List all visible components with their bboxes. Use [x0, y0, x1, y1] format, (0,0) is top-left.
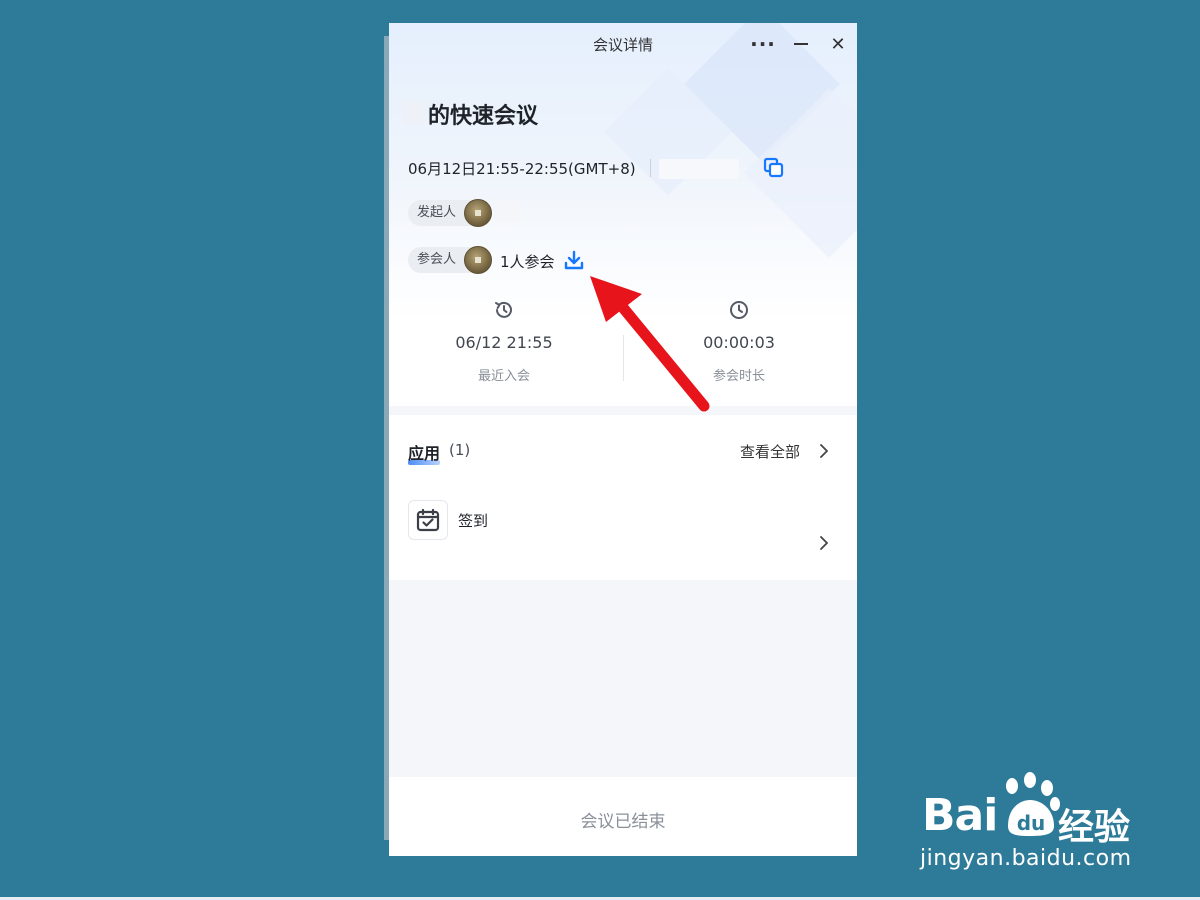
duration-label: 参会时长	[712, 369, 765, 384]
last-join-time: 06/12 21:55	[455, 333, 553, 352]
participant-count[interactable]: 1人参会	[500, 251, 555, 272]
footer-bar: 会议已结束	[389, 777, 857, 856]
meeting-title: 的快速会议	[428, 104, 539, 129]
redacted-meeting-id	[659, 159, 739, 179]
copy-icon[interactable]	[763, 157, 785, 179]
paw-logo-icon: du	[1006, 772, 1060, 836]
initiator-avatar[interactable]	[464, 199, 492, 227]
meeting-details-window: 会议详情 ··· ✕ 的快速会议 06月12日21:55-22:55(GMT+8…	[389, 23, 857, 856]
apps-count: (1)	[449, 441, 471, 459]
apps-section: 应用 (1) 查看全部 签到	[389, 415, 857, 580]
window-title: 会议详情	[592, 36, 653, 54]
clock-icon	[730, 301, 748, 319]
minimize-icon[interactable]	[789, 32, 813, 56]
divider	[650, 159, 651, 177]
last-join-label: 最近入会	[477, 369, 530, 384]
close-icon[interactable]: ✕	[826, 32, 850, 56]
apps-title: 应用	[408, 444, 441, 463]
view-all-link[interactable]: 查看全部	[740, 441, 800, 462]
stat-divider	[623, 335, 624, 381]
watermark-du: du	[1017, 811, 1046, 835]
participant-avatar[interactable]	[464, 246, 492, 274]
redacted-name	[403, 101, 425, 125]
more-horizontal-icon[interactable]: ···	[750, 32, 775, 56]
redacted-initiator-name	[495, 201, 521, 223]
watermark-url: jingyan.baidu.com	[920, 846, 1132, 871]
meeting-ended-status: 会议已结束	[580, 812, 666, 832]
watermark-bai: Bai	[922, 790, 998, 841]
chevron-right-icon[interactable]	[817, 536, 831, 550]
download-icon[interactable]	[563, 249, 585, 271]
history-clock-icon	[495, 301, 512, 318]
duration-value: 00:00:03	[703, 333, 775, 352]
meeting-time: 06月12日21:55-22:55(GMT+8)	[408, 160, 636, 178]
app-check-in-label[interactable]: 签到	[458, 510, 488, 531]
check-in-calendar-icon[interactable]	[408, 500, 448, 540]
title-bar[interactable]: 会议详情 ··· ✕	[389, 23, 857, 65]
watermark-jingyan: 经验	[1058, 807, 1131, 848]
chevron-right-icon[interactable]	[817, 444, 831, 458]
